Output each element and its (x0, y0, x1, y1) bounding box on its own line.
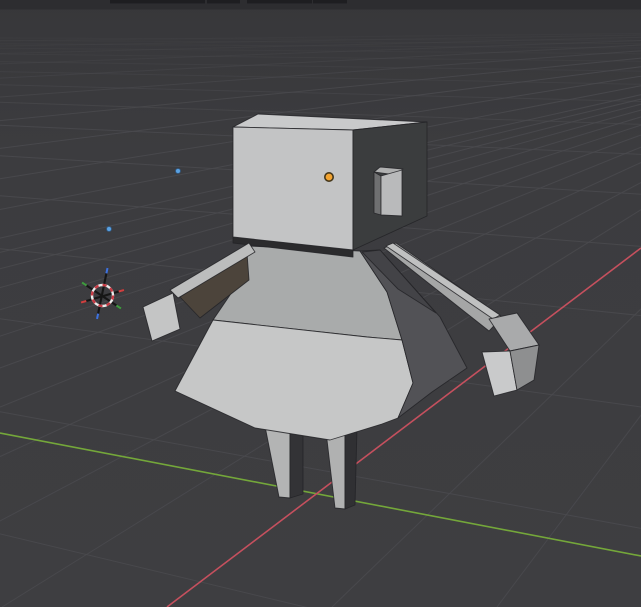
viewport-canvas[interactable] (0, 0, 641, 607)
empty-point[interactable] (106, 226, 112, 232)
top-window-edge (0, 0, 641, 10)
head-face[interactable] (232, 126, 354, 251)
head-face[interactable] (380, 169, 403, 217)
window-tab-shadow (207, 0, 240, 4)
origin-dot[interactable] (323, 172, 334, 183)
head[interactable] (232, 113, 428, 251)
window-tab-shadow (313, 0, 347, 4)
head-face[interactable] (373, 171, 382, 216)
window-tab-shadow (110, 0, 205, 4)
empty-point[interactable] (175, 168, 181, 174)
object-origin-dot[interactable] (323, 172, 334, 183)
blender-3d-viewport[interactable] (0, 0, 641, 607)
leg-right-face[interactable] (344, 423, 358, 510)
window-tab-shadow (247, 0, 312, 4)
